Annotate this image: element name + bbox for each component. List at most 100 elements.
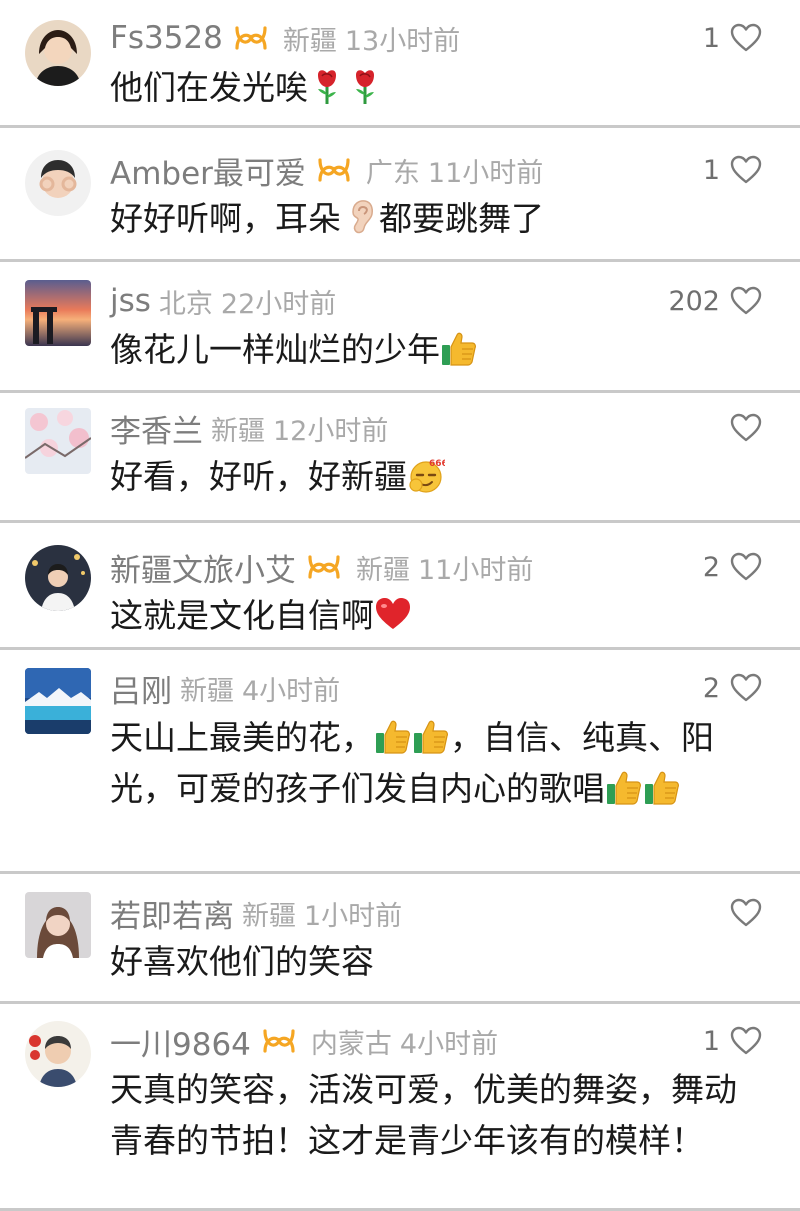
heart-outline-icon[interactable] [730,552,762,582]
username[interactable]: Fs3528 [110,20,223,56]
comment-item[interactable]: 李香兰 新疆 12小时前好看，好听，好新疆 666 [0,393,800,523]
comment-text: 好好听啊，耳朵 都要跳舞了 [110,193,760,244]
location-label: 新疆 [356,554,410,586]
like-count: 1 [702,154,720,186]
timestamp: 11小时前 [418,554,534,586]
like-count: 2 [702,551,720,583]
like-button[interactable]: 1 [703,18,762,58]
user-avatar[interactable] [25,892,91,958]
location-label: 新疆 [180,675,234,707]
comment-text: 像花儿一样灿烂的少年 [110,324,760,375]
user-avatar[interactable] [25,150,91,216]
creator-badge-icon [233,24,269,52]
user-avatar[interactable] [25,1021,91,1087]
thumbs-up-emoji [374,717,412,755]
like-button[interactable]: 2 [703,668,762,708]
thumbs-up-emoji [440,329,478,367]
svg-text:666: 666 [429,459,445,469]
timestamp: 22小时前 [220,288,337,320]
like-button[interactable]: 202 [668,281,762,321]
heart-outline-icon[interactable] [730,155,762,185]
like-button[interactable]: 1 [703,1021,762,1061]
creator-badge-icon [261,1027,297,1055]
like-count: 2 [702,672,720,704]
timestamp: 4小时前 [399,1028,499,1060]
ear-emoji [341,198,379,236]
comment-meta: 若即若离 新疆 1小时前 [110,891,402,936]
creator-badge-icon [316,156,352,184]
username[interactable]: Amber最可爱 [110,148,306,193]
location-label: 广东 [365,157,420,189]
user-avatar[interactable] [25,545,91,611]
comment-item[interactable]: jss 北京 22小时前 202 像花儿一样灿烂的少年 [0,262,800,393]
creator-badge-icon [306,553,342,581]
like-button[interactable]: 2 [703,547,762,587]
username[interactable]: 若即若离 [110,891,234,936]
comment-text: 他们在发光唉 [110,62,760,113]
comment-text-segment: 好好听啊，耳朵 [110,199,341,238]
thumbs-up-emoji [605,768,643,806]
comment-item[interactable]: Amber最可爱 广东 11小时前 1 好好听啊，耳朵 都要跳舞了 [0,128,800,262]
thumbs-up-emoji [643,768,681,806]
user-avatar[interactable] [25,408,91,474]
thumbs-up-emoji [412,717,450,755]
smug-666-emoji: 666 [407,456,445,494]
like-count: 1 [702,1025,720,1057]
comment-text: 好喜欢他们的笑容 [110,936,760,987]
comment-meta: 新疆文旅小艾 新疆 11小时前 [110,545,534,590]
username[interactable]: 李香兰 [110,406,203,451]
comment-meta: 一川9864 内蒙古 4小时前 [110,1019,499,1064]
comment-item[interactable]: Fs3528 新疆 13小时前 1 他们在发光唉 [0,0,800,128]
comment-text-segment: 他们在发光唉 [110,68,308,107]
location-label: 新疆 [282,25,337,57]
comment-text-segment: 像花儿一样灿烂的少年 [110,330,440,369]
comment-item[interactable]: 新疆文旅小艾 新疆 11小时前 2 这就是文化自信啊 [0,523,800,650]
comment-meta: Amber最可爱 广东 11小时前 [110,148,544,193]
comment-item[interactable]: 吕刚 新疆 4小时前 2 天山上最美的花， ，自信、纯真、阳光，可爱的孩子们发自内心的歌唱 [0,650,800,874]
username[interactable]: jss [110,283,151,319]
like-button[interactable]: 1 [703,150,762,190]
timestamp: 13小时前 [344,25,461,57]
red-heart-emoji [374,595,412,633]
user-avatar[interactable] [25,20,91,86]
comment-text-segment: 这就是文化自信啊 [110,596,374,635]
comment-text-segment: 天真的笑容，活泼可爱，优美的舞姿，舞动青春的节拍！这才是青少年该有的模样！ [110,1070,737,1160]
comment-meta: 吕刚 新疆 4小时前 [110,666,341,711]
heart-outline-icon[interactable] [730,23,762,53]
like-button[interactable] [720,408,762,448]
comment-text: 天真的笑容，活泼可爱，优美的舞姿，舞动青春的节拍！这才是青少年该有的模样！ [110,1064,760,1166]
like-count: 1 [702,22,720,54]
like-button[interactable] [720,893,762,933]
location-label: 新疆 [242,900,296,932]
heart-outline-icon[interactable] [730,286,762,316]
username[interactable]: 吕刚 [110,666,172,711]
rose-emoji [346,67,384,105]
rose-emoji [308,67,346,105]
comment-meta: jss 北京 22小时前 [110,281,336,321]
heart-outline-icon[interactable] [730,413,762,443]
username[interactable]: 一川9864 [110,1019,251,1064]
comment-text: 好看，好听，好新疆 666 [110,451,760,502]
heart-outline-icon[interactable] [730,898,762,928]
timestamp: 11小时前 [427,157,544,189]
username[interactable]: 新疆文旅小艾 [110,545,296,590]
timestamp: 4小时前 [242,675,341,707]
like-count: 202 [668,285,720,317]
location-label: 北京 [158,288,213,320]
comment-text: 天山上最美的花， ，自信、纯真、阳光，可爱的孩子们发自内心的歌唱 [110,712,760,814]
user-avatar[interactable] [25,280,91,346]
user-avatar[interactable] [25,668,91,734]
heart-outline-icon[interactable] [730,673,762,703]
comment-text-segment: 天山上最美的花， [110,718,374,757]
comment-text-segment: 好喜欢他们的笑容 [110,942,374,981]
comment-text-segment: 都要跳舞了 [379,199,544,238]
heart-outline-icon[interactable] [730,1026,762,1056]
comment-meta: Fs3528 新疆 13小时前 [110,18,460,58]
location-label: 内蒙古 [310,1028,392,1060]
timestamp: 12小时前 [273,415,389,447]
comment-text-segment: 好看，好听，好新疆 [110,457,407,496]
location-label: 新疆 [211,415,265,447]
comment-meta: 李香兰 新疆 12小时前 [110,406,389,451]
comment-item[interactable]: 一川9864 内蒙古 4小时前 1 天真的笑容，活泼可爱，优美的舞姿，舞动青春的节拍！这… [0,1004,800,1211]
comment-item[interactable]: 若即若离 新疆 1小时前好喜欢他们的笑容 [0,874,800,1004]
